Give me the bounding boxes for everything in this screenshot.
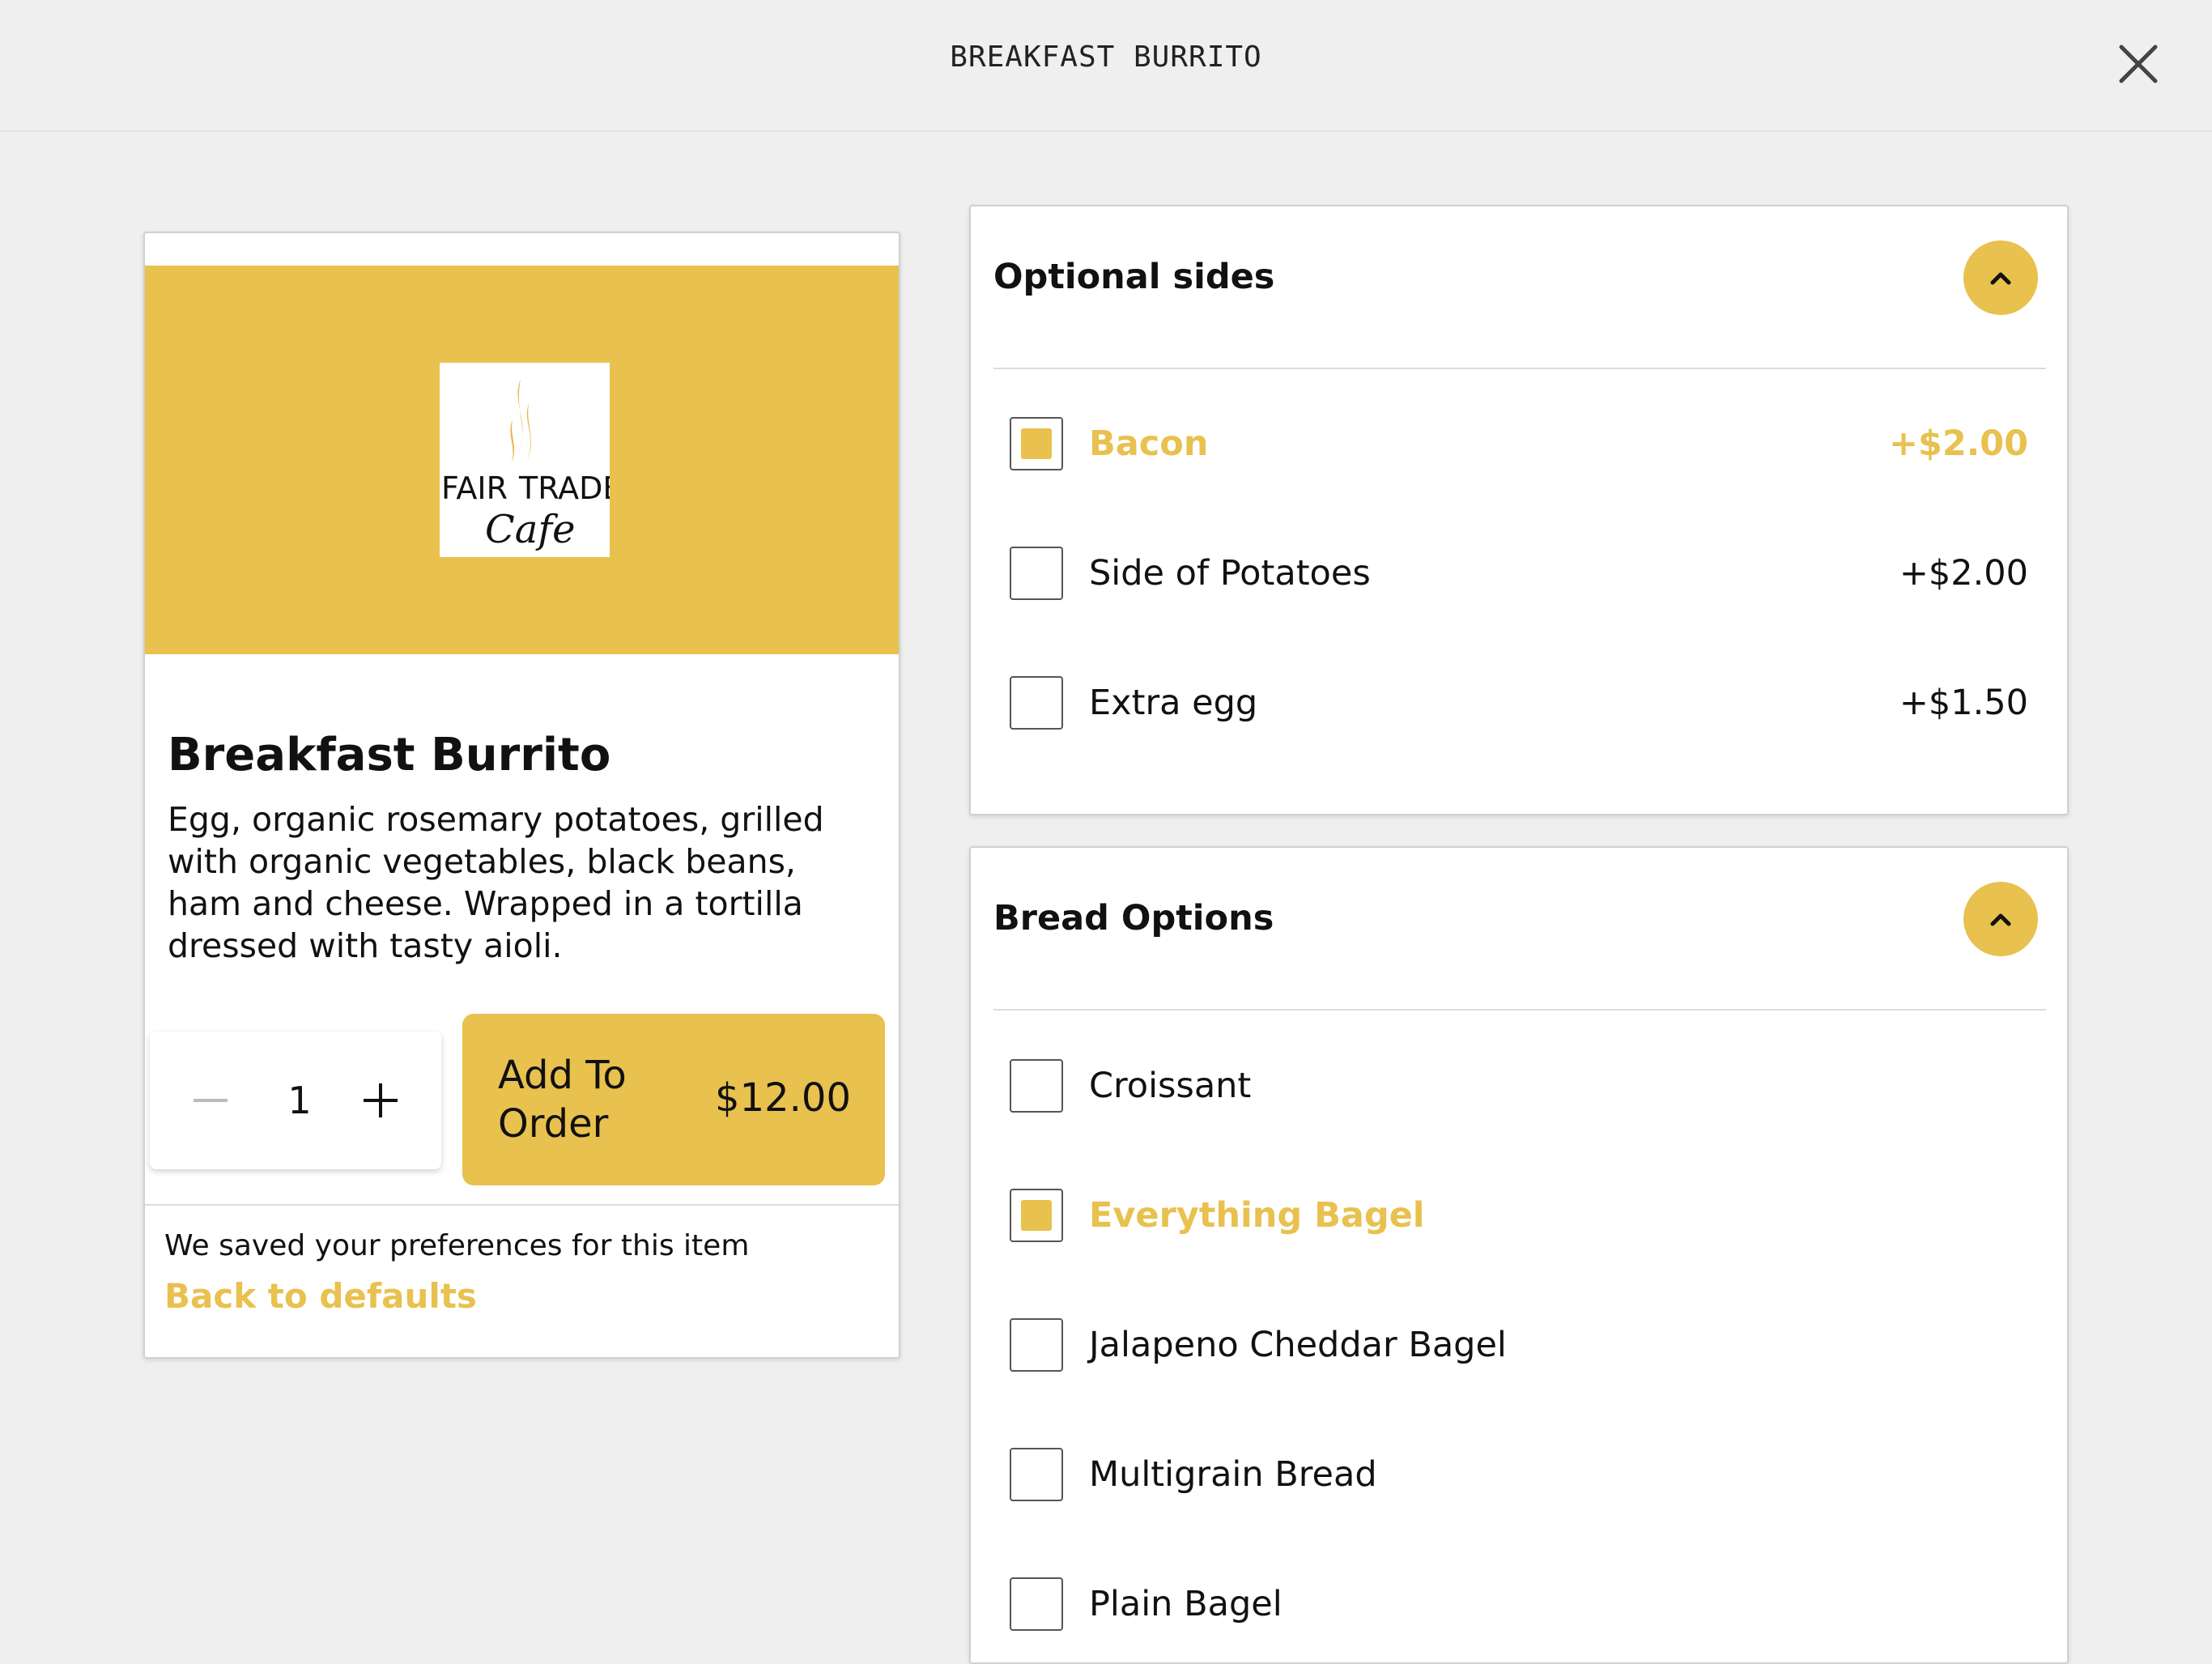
croissant-checkbox[interactable] — [1010, 1059, 1063, 1113]
bread-options-collapse-button[interactable] — [1963, 882, 2038, 956]
top-bar: BREAKFAST BURRITO — [0, 0, 2212, 132]
cafe-logo: FAIR TRADE Cafe — [440, 363, 622, 557]
option-label: Croissant — [1089, 1066, 1252, 1106]
add-to-order-button[interactable]: Add To Order $12.00 — [462, 1014, 885, 1185]
optional-sides-collapse-button[interactable] — [1963, 240, 2038, 315]
panel-divider — [993, 1009, 2046, 1011]
extra-egg-checkbox[interactable] — [1010, 676, 1063, 730]
page-title: BREAKFAST BURRITO — [950, 40, 1262, 74]
option-plain-bagel[interactable]: Plain Bagel — [971, 1563, 2067, 1644]
option-label: Extra egg — [1089, 683, 1258, 723]
quantity-value: 1 — [287, 1079, 312, 1122]
quantity-stepper: 1 — [150, 1032, 441, 1169]
option-multigrain-bread[interactable]: Multigrain Bread — [971, 1433, 2067, 1514]
option-extra-egg[interactable]: Extra egg +$1.50 — [971, 662, 2067, 743]
back-to-defaults-link[interactable]: Back to defaults — [164, 1276, 477, 1316]
chevron-up-icon — [1990, 913, 2011, 926]
chevron-up-icon — [1990, 272, 2011, 285]
option-side-of-potatoes[interactable]: Side of Potatoes +$2.00 — [971, 532, 2067, 613]
item-name: Breakfast Burrito — [168, 729, 611, 781]
option-label: Everything Bagel — [1089, 1195, 1425, 1236]
option-label: Plain Bagel — [1089, 1584, 1283, 1624]
increase-quantity-button[interactable] — [352, 1072, 409, 1129]
svg-text:Cafe: Cafe — [485, 507, 576, 552]
add-to-order-price: $12.00 — [715, 1075, 851, 1121]
bread-options-title: Bread Options — [993, 898, 1274, 938]
plain-bagel-checkbox[interactable] — [1010, 1577, 1063, 1631]
saved-preferences-text: We saved your preferences for this item — [164, 1229, 750, 1262]
option-label: Jalapeno Cheddar Bagel — [1089, 1325, 1507, 1365]
item-card: FAIR TRADE Cafe Breakfast Burrito Egg, o… — [143, 232, 900, 1359]
option-label: Multigrain Bread — [1089, 1454, 1377, 1495]
panel-divider — [993, 368, 2046, 369]
plus-icon — [364, 1083, 398, 1117]
option-everything-bagel[interactable]: Everything Bagel — [971, 1174, 2067, 1255]
decrease-quantity-button[interactable] — [182, 1072, 239, 1129]
option-croissant[interactable]: Croissant — [971, 1045, 2067, 1126]
svg-text:FAIR: FAIR — [441, 470, 508, 506]
option-label: Side of Potatoes — [1089, 553, 1371, 594]
optional-sides-title: Optional sides — [993, 257, 1275, 297]
item-description: Egg, organic rosemary potatoes, grilled … — [168, 800, 824, 965]
bacon-checkbox[interactable] — [1010, 417, 1063, 470]
add-to-order-label: Add To Order — [498, 1053, 627, 1147]
option-price: +$2.00 — [1888, 423, 2028, 464]
option-bacon[interactable]: Bacon +$2.00 — [971, 402, 2067, 483]
everything-bagel-checkbox[interactable] — [1010, 1189, 1063, 1242]
minus-icon — [194, 1099, 228, 1102]
option-price: +$2.00 — [1899, 553, 2028, 594]
jalapeno-cheddar-bagel-checkbox[interactable] — [1010, 1318, 1063, 1372]
item-hero-image: FAIR TRADE Cafe — [145, 266, 899, 654]
close-button[interactable] — [2113, 39, 2163, 89]
svg-text:TRADE: TRADE — [518, 470, 610, 506]
multigrain-bread-checkbox[interactable] — [1010, 1448, 1063, 1501]
bread-options-panel: Bread Options Croissant Everything Bagel… — [969, 846, 2069, 1664]
divider — [145, 1204, 899, 1206]
optional-sides-panel: Optional sides Bacon +$2.00 Side of Pota… — [969, 205, 2069, 815]
close-icon — [2119, 45, 2158, 83]
option-jalapeno-cheddar-bagel[interactable]: Jalapeno Cheddar Bagel — [971, 1304, 2067, 1385]
option-price: +$1.50 — [1899, 683, 2028, 723]
side-of-potatoes-checkbox[interactable] — [1010, 547, 1063, 600]
option-label: Bacon — [1089, 423, 1209, 464]
